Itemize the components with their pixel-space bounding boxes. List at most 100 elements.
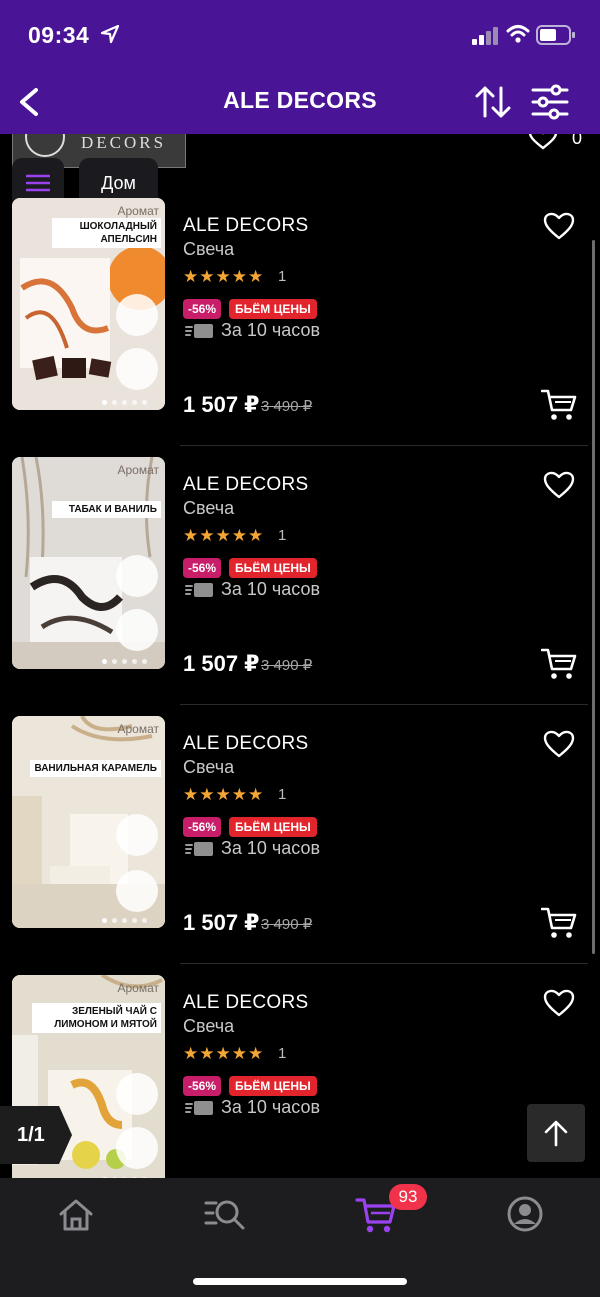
discount-badge: -56%: [183, 558, 222, 578]
card-separator: [180, 704, 588, 705]
favorite-heart-icon[interactable]: [543, 470, 575, 500]
image-badge-shape: [116, 1073, 158, 1115]
bottom-tab-bar: [0, 1178, 600, 1297]
add-to-cart-icon[interactable]: [541, 388, 577, 422]
battery-icon: [536, 25, 575, 45]
delivery-truck-icon: [185, 1101, 213, 1115]
location-arrow-icon: [100, 24, 120, 44]
delivery-truck-icon: [185, 583, 213, 597]
page-indicator: 1/1: [0, 1106, 72, 1164]
image-scent-label: ЗЕЛЕНЫЙ ЧАЙ С ЛИМОНОМ И МЯТОЙ: [32, 1003, 161, 1033]
product-brand: ALE DECORS: [183, 733, 309, 754]
product-type: Свеча: [183, 757, 235, 777]
product-image[interactable]: Аромат ТАБАК И ВАНИЛЬ: [12, 457, 165, 669]
scrollbar[interactable]: [592, 240, 595, 954]
image-carousel-dots: [102, 651, 162, 664]
product-card[interactable]: Аромат ЗЕЛЕНЫЙ ЧАЙ С ЛИМОНОМ И МЯТОЙ ALE…: [0, 975, 600, 1178]
delivery-truck-icon: [185, 842, 213, 856]
rating-stars: ★★★★★: [183, 1044, 265, 1063]
home-indicator: [193, 1278, 407, 1285]
product-type: Свеча: [183, 1016, 235, 1036]
add-to-cart-icon[interactable]: [541, 906, 577, 940]
rating-count: 1: [278, 786, 287, 803]
product-price: 1 507 ₽: [183, 392, 260, 417]
logo-text: DECORS: [81, 134, 167, 152]
delivery-time: За 10 часов: [221, 838, 321, 858]
profile-tab-icon[interactable]: [503, 1192, 547, 1236]
product-brand: ALE DECORS: [183, 474, 309, 495]
home-tab-icon[interactable]: [54, 1192, 98, 1236]
filter-button[interactable]: [530, 84, 570, 120]
product-card[interactable]: Аромат ТАБАК И ВАНИЛЬ ALE DECORS Свеча ★…: [0, 457, 600, 716]
image-scent-label: ШОКОЛАДНЫЙ АПЕЛЬСИН: [52, 218, 161, 248]
status-time: 09:34: [28, 22, 90, 48]
product-old-price: 3 490 ₽: [261, 398, 313, 415]
signal-icon: [472, 27, 498, 45]
rating-count: 1: [278, 268, 287, 285]
arrow-up-icon: [544, 1120, 568, 1147]
product-type: Свеча: [183, 498, 235, 518]
product-image[interactable]: Аромат ВАНИЛЬНАЯ КАРАМЕЛЬ: [12, 716, 165, 928]
hamburger-icon: [26, 174, 50, 192]
card-separator: [180, 963, 588, 964]
product-old-price: 3 490 ₽: [261, 657, 313, 674]
product-list-area[interactable]: DECORS 0 Дом Аромат ШОКОЛАДНЫЙ АПЕЛЬСИН …: [0, 134, 600, 1178]
product-price: 1 507 ₽: [183, 651, 260, 676]
product-old-price: 3 490 ₽: [261, 916, 313, 933]
image-badge-shape: [116, 555, 158, 597]
image-scent-label: ВАНИЛЬНАЯ КАРАМЕЛЬ: [30, 760, 161, 777]
image-aroma-label: Аромат: [117, 204, 159, 218]
image-badge-shape: [116, 609, 158, 651]
top-header: 09:34 ALE DECORS: [0, 0, 600, 134]
image-scent-label: ТАБАК И ВАНИЛЬ: [52, 501, 161, 518]
image-carousel-dots: [102, 910, 162, 923]
favorite-heart-icon[interactable]: [543, 729, 575, 759]
image-aroma-label: Аромат: [117, 981, 159, 995]
card-separator: [180, 445, 588, 446]
image-aroma-label: Аромат: [117, 722, 159, 736]
status-bar: 09:34: [0, 0, 600, 70]
delivery-truck-icon: [185, 324, 213, 338]
promo-badge: БЬЁМ ЦЕНЫ: [229, 558, 317, 578]
catalog-search-tab-icon[interactable]: [203, 1192, 247, 1236]
cart-count-badge: 93: [389, 1184, 427, 1210]
image-badge-shape: [116, 294, 158, 336]
delivery-time: За 10 часов: [221, 320, 321, 340]
logo-ring-shape: [25, 134, 65, 157]
add-to-cart-icon[interactable]: [541, 647, 577, 681]
product-type: Свеча: [183, 239, 235, 259]
store-favorites-count: 0: [572, 134, 583, 148]
favorite-heart-icon[interactable]: [543, 988, 575, 1018]
image-carousel-dots: [102, 1169, 162, 1178]
image-badge-shape: [116, 870, 158, 912]
product-price: 1 507 ₽: [183, 910, 260, 935]
nav-bar: ALE DECORS: [0, 70, 600, 134]
rating-stars: ★★★★★: [183, 785, 265, 804]
scroll-to-top-button[interactable]: [527, 1104, 585, 1162]
image-aroma-label: Аромат: [117, 463, 159, 477]
delivery-time: За 10 часов: [221, 579, 321, 599]
image-badge-shape: [116, 348, 158, 390]
rating-count: 1: [278, 1045, 287, 1062]
delivery-time: За 10 часов: [221, 1097, 321, 1117]
sort-button[interactable]: [474, 84, 512, 120]
product-brand: ALE DECORS: [183, 215, 309, 236]
discount-badge: -56%: [183, 1076, 222, 1096]
promo-badge: БЬЁМ ЦЕНЫ: [229, 817, 317, 837]
discount-badge: -56%: [183, 299, 222, 319]
store-favorite-heart-icon[interactable]: [528, 134, 558, 150]
rating-stars: ★★★★★: [183, 267, 265, 286]
rating-stars: ★★★★★: [183, 526, 265, 545]
product-image[interactable]: Аромат ШОКОЛАДНЫЙ АПЕЛЬСИН: [12, 198, 165, 410]
rating-count: 1: [278, 527, 287, 544]
image-carousel-dots: [102, 392, 162, 405]
favorite-heart-icon[interactable]: [543, 211, 575, 241]
promo-badge: БЬЁМ ЦЕНЫ: [229, 299, 317, 319]
product-brand: ALE DECORS: [183, 992, 309, 1013]
discount-badge: -56%: [183, 817, 222, 837]
product-card[interactable]: Аромат ВАНИЛЬНАЯ КАРАМЕЛЬ ALE DECORS Све…: [0, 716, 600, 975]
promo-badge: БЬЁМ ЦЕНЫ: [229, 1076, 317, 1096]
wifi-icon: [506, 25, 530, 43]
image-badge-shape: [116, 1127, 158, 1169]
product-card[interactable]: Аромат ШОКОЛАДНЫЙ АПЕЛЬСИН ALE DECORS Св…: [0, 198, 600, 457]
